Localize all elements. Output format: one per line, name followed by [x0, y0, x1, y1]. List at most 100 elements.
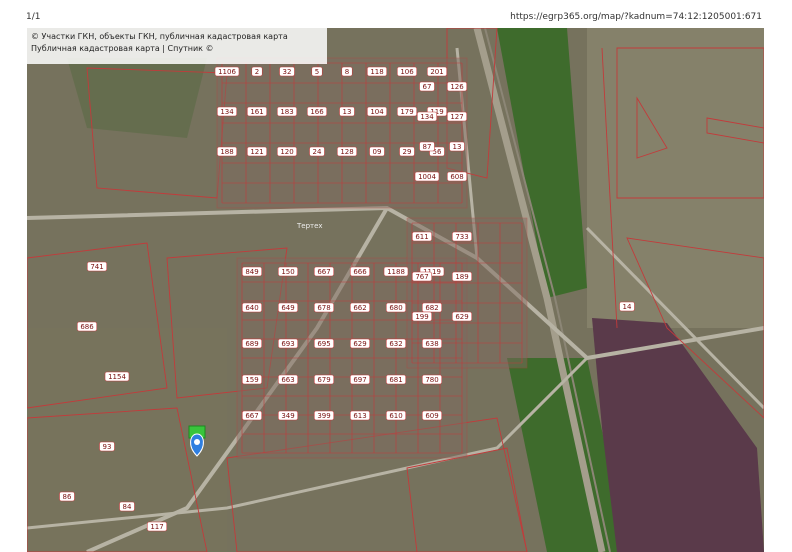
parcel-label[interactable]: 128 [336, 146, 358, 157]
parcel-label[interactable]: 629 [451, 311, 473, 322]
parcel-label[interactable]: 127 [446, 111, 468, 122]
parcel-label[interactable]: 780 [421, 374, 443, 385]
parcel-label[interactable]: 1154 [104, 371, 130, 382]
parcel-label[interactable]: 179 [396, 106, 418, 117]
parcel-number: 134 [220, 108, 234, 116]
parcel-label[interactable]: 663 [277, 374, 299, 385]
parcel-label[interactable]: 166 [306, 106, 328, 117]
parcel-label[interactable]: 399 [313, 410, 335, 421]
parcel-number: 609 [425, 412, 438, 420]
parcel-label[interactable]: 697 [349, 374, 371, 385]
parcel-label[interactable]: 695 [313, 338, 335, 349]
parcel-number: 1004 [418, 173, 436, 181]
parcel-label[interactable]: 662 [349, 302, 371, 313]
parcel-number: 150 [281, 268, 294, 276]
cadastral-map[interactable]: 1106 2 32 5 8 118 106 201 134 161 183 166 13 104 179 11… [27, 28, 764, 552]
parcel-label[interactable]: 682 [421, 302, 443, 313]
parcel-number: 399 [317, 412, 330, 420]
parcel-number: 106 [400, 68, 414, 76]
parcel-label[interactable]: 14 [619, 301, 635, 312]
parcel-label[interactable]: 1106 [214, 66, 240, 77]
parcel-label[interactable]: 134 [416, 111, 438, 122]
page-url[interactable]: https://egrp365.org/map/?kadnum=74:12:12… [510, 12, 762, 22]
parcel-label[interactable]: 610 [385, 410, 407, 421]
parcel-label[interactable]: 679 [313, 374, 335, 385]
parcel-label[interactable]: 118 [366, 66, 388, 77]
map-canvas[interactable]: 1106 2 32 5 8 118 106 201 134 161 183 166 13 104 179 11… [27, 28, 764, 552]
parcel-label[interactable]: 159 [241, 374, 263, 385]
parcel-number: 127 [450, 113, 463, 121]
parcel-label[interactable]: 93 [99, 441, 115, 452]
parcel-label[interactable]: 106 [396, 66, 418, 77]
parcel-number: 24 [313, 148, 322, 156]
parcel-label[interactable]: 609 [421, 410, 443, 421]
parcel-label[interactable]: 5 [311, 66, 323, 77]
parcel-label[interactable]: 849 [241, 266, 263, 277]
parcel-label[interactable]: 86 [59, 491, 75, 502]
parcel-label[interactable]: 32 [279, 66, 295, 77]
parcel-label[interactable]: 183 [276, 106, 298, 117]
parcel-label[interactable]: 13 [449, 141, 465, 152]
parcel-label[interactable]: 1004 [414, 171, 440, 182]
parcel-label[interactable]: 134 [216, 106, 238, 117]
parcel-number: 5 [315, 68, 319, 76]
parcel-label[interactable]: 150 [277, 266, 299, 277]
parcel-label[interactable]: 649 [277, 302, 299, 313]
parcel-label[interactable]: 2 [251, 66, 263, 77]
parcel-label[interactable]: 608 [446, 171, 468, 182]
parcel-label[interactable]: 667 [313, 266, 335, 277]
map-attribution-bar: © Участки ГКН, объекты ГКН, публичная ка… [27, 28, 327, 64]
parcel-label[interactable]: 693 [277, 338, 299, 349]
parcel-label[interactable]: 629 [349, 338, 371, 349]
parcel-label[interactable]: 767 [411, 271, 433, 282]
parcel-label[interactable]: 188 [216, 146, 238, 157]
parcel-label[interactable]: 117 [146, 521, 168, 532]
parcel-label[interactable]: 681 [385, 374, 407, 385]
parcel-label[interactable]: 611 [411, 231, 433, 242]
parcel-label[interactable]: 741 [86, 261, 108, 272]
parcel-label[interactable]: 678 [313, 302, 335, 313]
parcel-label[interactable]: 199 [411, 311, 433, 322]
parcel-number: 679 [317, 376, 330, 384]
parcel-number: 84 [123, 503, 132, 511]
parcel-number: 09 [373, 148, 382, 156]
field-area [587, 28, 764, 328]
parcel-label[interactable]: 67 [419, 81, 435, 92]
parcel-label[interactable]: 104 [366, 106, 388, 117]
parcel-label[interactable]: 87 [419, 141, 435, 152]
parcel-number: 780 [425, 376, 438, 384]
parcel-label[interactable]: 13 [339, 106, 355, 117]
parcel-label[interactable]: 680 [385, 302, 407, 313]
parcel-number: 689 [245, 340, 258, 348]
parcel-label[interactable]: 349 [277, 410, 299, 421]
parcel-label[interactable]: 638 [421, 338, 443, 349]
parcel-number: 126 [450, 83, 464, 91]
parcel-label[interactable]: 640 [241, 302, 263, 313]
parcel-label[interactable]: 189 [451, 271, 473, 282]
parcel-label[interactable]: 613 [349, 410, 371, 421]
parcel-number: 767 [415, 273, 428, 281]
parcel-label[interactable]: 733 [451, 231, 473, 242]
parcel-label[interactable]: 201 [426, 66, 448, 77]
parcel-label[interactable]: 666 [349, 266, 371, 277]
parcel-label[interactable]: 09 [369, 146, 385, 157]
parcel-label[interactable]: 686 [76, 321, 98, 332]
parcel-number: 629 [353, 340, 366, 348]
parcel-number: 649 [281, 304, 294, 312]
parcel-number: 93 [103, 443, 112, 451]
parcel-label[interactable]: 24 [309, 146, 325, 157]
parcel-number: 678 [317, 304, 330, 312]
parcel-label[interactable]: 29 [399, 146, 415, 157]
parcel-label[interactable]: 84 [119, 501, 135, 512]
parcel-label[interactable]: 689 [241, 338, 263, 349]
parcel-label[interactable]: 632 [385, 338, 407, 349]
parcel-label[interactable]: 161 [246, 106, 268, 117]
parcel-number: 680 [389, 304, 402, 312]
parcel-label[interactable]: 1188 [383, 266, 409, 277]
parcel-number: 662 [353, 304, 366, 312]
parcel-label[interactable]: 8 [341, 66, 353, 77]
parcel-label[interactable]: 120 [276, 146, 298, 157]
parcel-label[interactable]: 667 [241, 410, 263, 421]
parcel-label[interactable]: 126 [446, 81, 468, 92]
parcel-label[interactable]: 121 [246, 146, 268, 157]
